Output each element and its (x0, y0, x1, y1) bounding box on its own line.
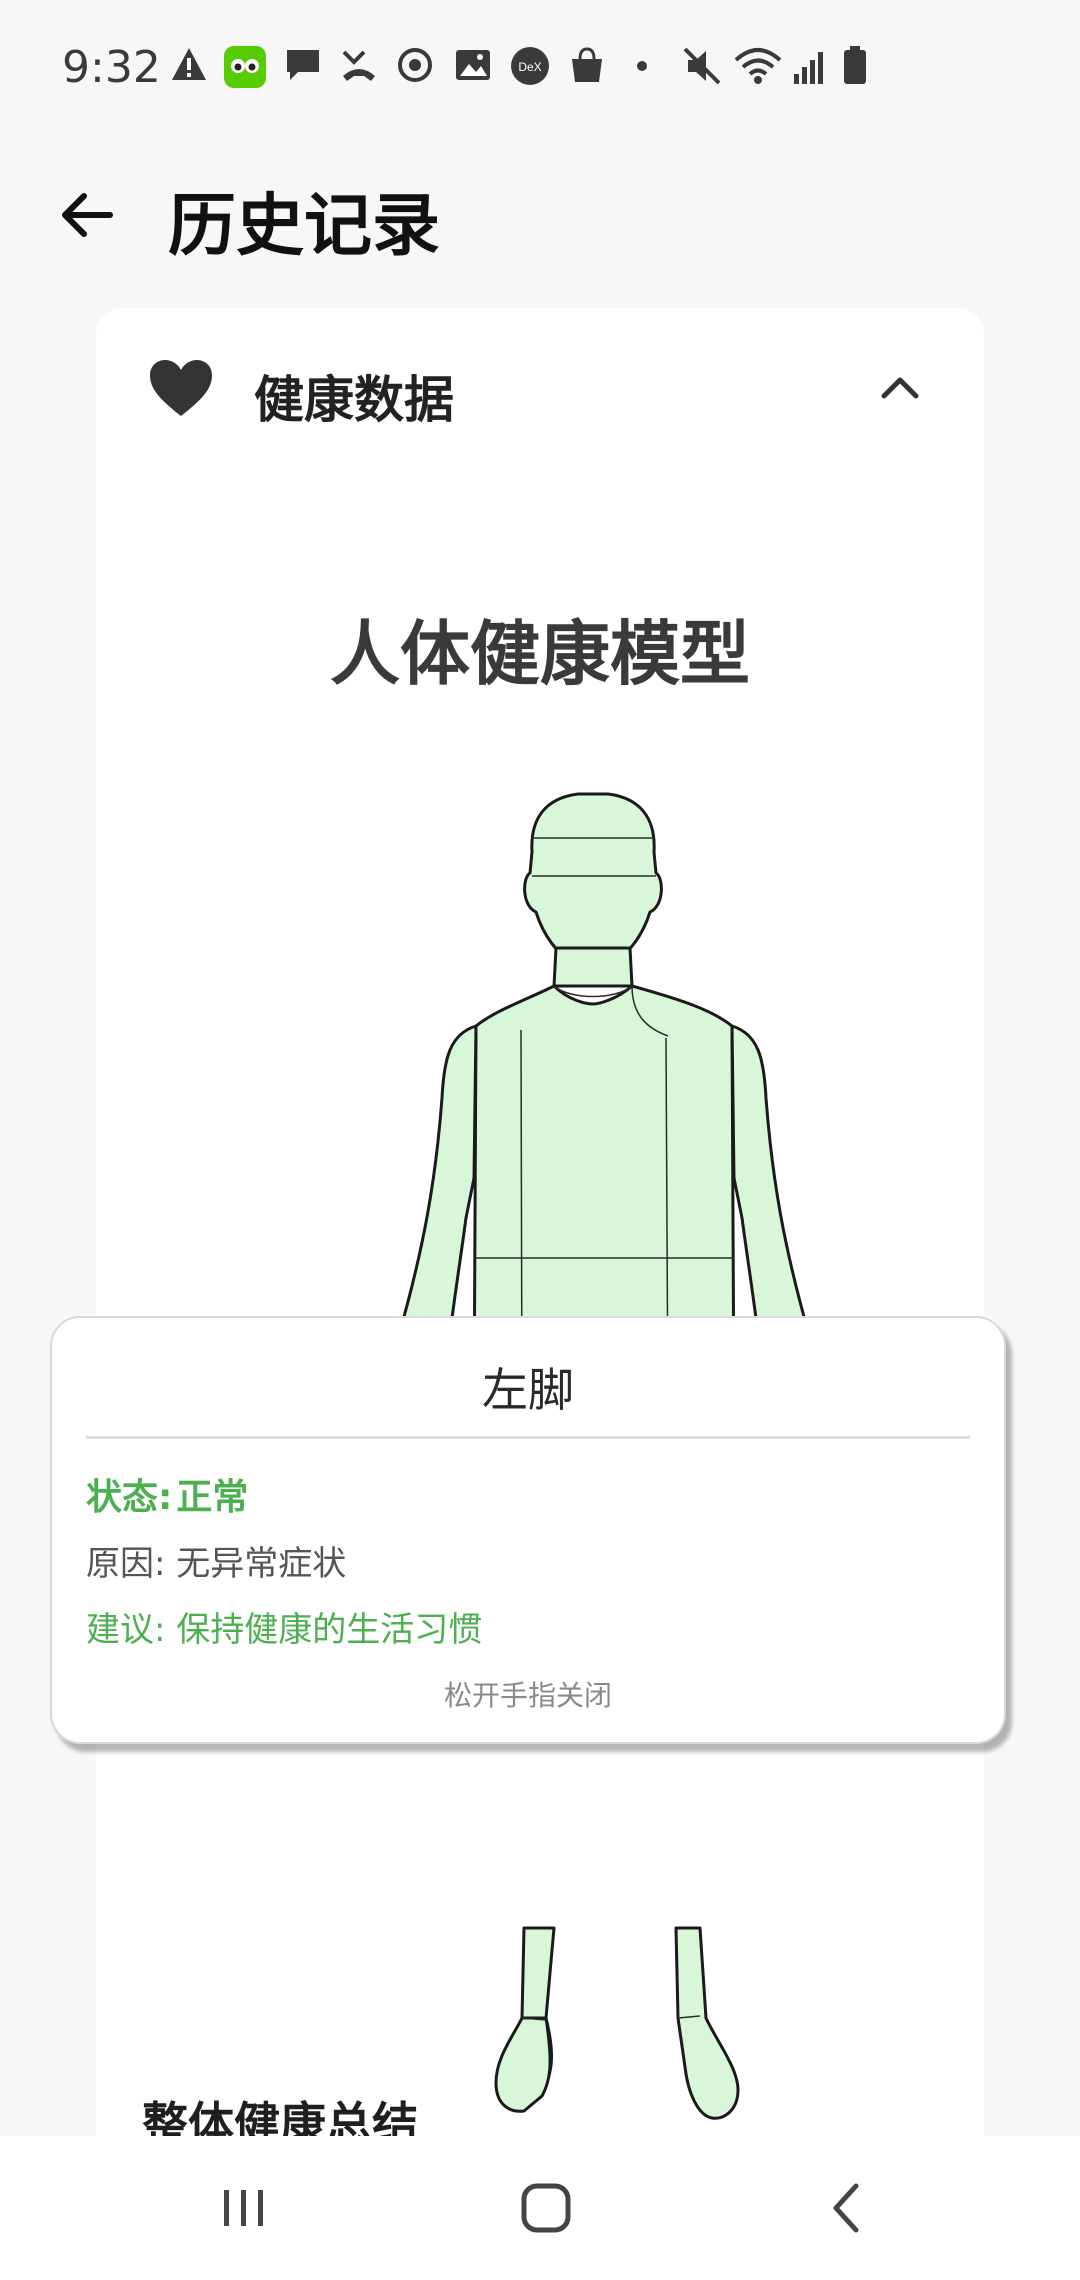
model-title: 人体健康模型 (330, 613, 750, 695)
duolingo-app-icon (224, 46, 266, 88)
signal-icon (794, 52, 823, 84)
head (523, 792, 663, 970)
chevron-up-icon[interactable] (876, 366, 924, 406)
popup-reason: 原因: 无异常症状 (86, 1544, 347, 1584)
status-bar: 9:32 DeX (0, 0, 1080, 140)
wifi-icon (734, 48, 782, 84)
card-title: 健康数据 (254, 371, 454, 429)
shopping-bag-icon (572, 47, 602, 82)
popup-divider (86, 1436, 970, 1439)
missed-call-icon (342, 50, 375, 81)
svg-text:DeX: DeX (518, 60, 541, 74)
message-icon (287, 50, 319, 80)
body-part-popup: 左脚 状态: 正常 原因: 无异常症状 建议: 保持健康的生活习惯 松开手指关闭 (50, 1316, 1006, 1744)
left-foot (494, 2016, 552, 2113)
page-title: 历史记录 (168, 187, 441, 266)
app-bar: 历史记录 (0, 150, 1080, 280)
warning-icon (172, 48, 206, 80)
dot-icon (637, 61, 647, 71)
recent-apps-icon[interactable] (204, 2176, 284, 2240)
mute-icon (683, 47, 721, 85)
status-time: 9:32 (62, 42, 161, 93)
card-header[interactable]: 健康数据 (96, 338, 984, 448)
popup-title: 左脚 (482, 1363, 574, 1417)
back-icon[interactable] (808, 2176, 888, 2240)
dex-icon: DeX (511, 47, 549, 85)
status-value: 正常 (176, 1477, 249, 1518)
health-data-card: 健康数据 人体健康模型 整体健康总结 (96, 308, 984, 2158)
popup-advice: 建议: 保持健康的生活习惯 (86, 1610, 483, 1650)
heart-icon (150, 360, 212, 416)
gallery-icon (456, 50, 490, 80)
navigation-bar (0, 2136, 1080, 2280)
popup-hint: 松开手指关闭 (443, 1679, 612, 1712)
right-leg (674, 1926, 740, 2120)
home-icon[interactable] (506, 2176, 586, 2240)
neck (552, 946, 634, 988)
battery-icon (844, 46, 866, 84)
status-label: 状态: (86, 1477, 173, 1518)
popup-status: 状态: 正常 (86, 1468, 248, 1520)
arrow-left-icon[interactable] (52, 180, 122, 250)
sync-icon (398, 48, 432, 82)
